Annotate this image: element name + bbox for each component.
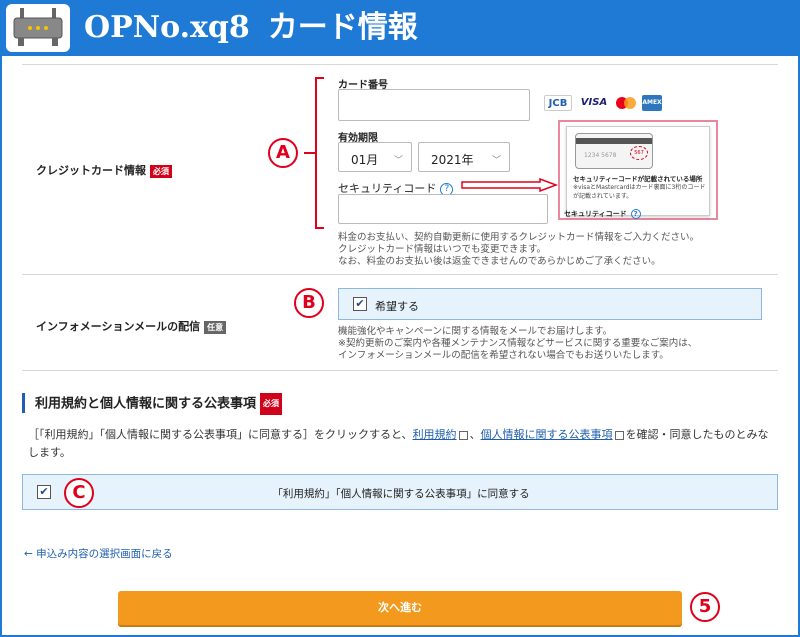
terms-link[interactable]: 利用規約 [413,428,457,441]
expiry-year-select[interactable]: 2021年 ﹀ [418,142,510,172]
annotation-b-text: B [302,292,316,313]
security-code-input[interactable] [338,194,548,224]
divider [22,274,778,275]
info-mail-option-label: 希望する [375,300,419,313]
chevron-down-icon: ﹀ [393,156,403,166]
card-back-illustration: 1234 5678 567 [575,133,653,169]
annotation-arrow [461,178,559,192]
amex-logo: AMEX [642,95,662,111]
info-mail-note-line: 機能強化やキャンペーンに関する情報をメールでお届けします。 [338,326,613,337]
annotation-b: B [294,288,324,318]
tooltip-panel: 1234 5678 567 セキュリティーコードが記載されている場所 ※visa… [566,126,710,216]
info-mail-section-label: インフォメーションメールの配信 任意 [36,318,227,334]
tooltip-card-number: 1234 5678 [584,152,617,159]
terms-section-title: 利用規約と個人情報に関する公表事項 必須 [22,393,283,415]
expiry-month-value: 01月 [351,153,379,167]
info-mail-section-text: インフォメーションメールの配信 [36,320,201,333]
divider [22,370,778,371]
page-title: OPNo.xq8 カード情報 [84,8,418,48]
privacy-link[interactable]: 個人情報に関する公表事項 [481,428,613,441]
info-mail-option[interactable]: ✔ 希望する [338,288,762,320]
app-logo [6,4,70,52]
back-link[interactable]: ← 申込み内容の選択画面に戻る [24,546,173,561]
amex-logo-text: AMEX [642,99,662,106]
tooltip-code-highlight: 567 [630,146,648,160]
credit-card-section-label: クレジットカード情報 必須 [36,162,172,178]
terms-agree-option[interactable]: ✔ 「利用規約」「個人情報に関する公表事項」に同意する [22,474,778,510]
credit-note-line: クレジットカード情報はいつでも変更できます。 [338,244,547,255]
annotation-a-text: A [276,142,290,163]
required-badge: 必須 [260,393,283,415]
credit-card-section-text: クレジットカード情報 [36,164,146,177]
required-badge: 必須 [150,164,172,178]
annotation-5: 5 [690,592,720,622]
jcb-logo-text: JCB [548,98,568,109]
expiry-month-select[interactable]: 01月 ﹀ [338,142,412,172]
info-mail-notes: 機能強化やキャンペーンに関する情報をメールでお届けします。 ※契約更新のご案内や… [338,326,697,362]
external-link-icon [458,430,468,440]
credit-card-notes: 料金のお支払い、契約自動更新に使用するクレジットカード情報をご入力ください。 ク… [338,232,699,268]
annotation-5-text: 5 [698,596,712,617]
terms-separator: 、 [469,428,481,441]
card-number-input[interactable] [338,89,530,121]
annotation-c-text: C [72,482,86,503]
expiry-year-value: 2021年 [431,153,474,167]
page-title-text: カード情報 [267,10,418,45]
magnetic-stripe [576,138,652,144]
next-button[interactable]: 次へ進む [118,591,682,625]
server-icon [13,8,63,46]
chevron-down-icon: ﹀ [491,156,501,166]
info-mail-note-line: ※契約更新のご案内や各種メンテナンス情報などサービスに関する重要なご案内は、 [338,338,698,349]
credit-note-line: なお、料金のお支払い後は返金できませんのであらかじめご了承ください。 [338,256,661,267]
annotation-c: C [64,478,94,508]
info-mail-checkbox[interactable]: ✔ [353,297,367,311]
annotation-a: A [268,138,298,168]
optional-badge: 任意 [204,320,227,334]
mastercard-logo [616,97,636,109]
terms-agree-label: 「利用規約」「個人情報に関する公表事項」に同意する [272,488,530,500]
visa-logo-text: VISA [580,97,608,108]
divider [22,64,778,65]
page-title-code: OPNo.xq8 [84,10,250,45]
tooltip-text: ※visaとMastercardはカード裏面に3桁のコードが記載されています。 [573,184,706,200]
credit-note-line: 料金のお支払い、契約自動更新に使用するクレジットカード情報をご入力ください。 [338,232,700,243]
visa-logo: VISA [576,95,612,111]
app-header: OPNo.xq8 カード情報 [0,0,800,56]
info-mail-note-line: インフォメーションメールの配信を希望されない場合でもお送りいたします。 [338,350,669,361]
tooltip-footer: セキュリティコード? [564,209,641,219]
terms-title-text: 利用規約と個人情報に関する公表事項 [35,396,257,412]
tooltip-footer-text: セキュリティコード [564,210,627,218]
external-link-icon [614,430,624,440]
terms-text-part1: ［「利用規約」「個人情報に関する公表事項」に同意する］をクリックすると、 [28,428,413,441]
annotation-bracket [304,77,324,229]
tooltip-title: セキュリティーコードが記載されている場所 [573,175,703,183]
terms-description: ［「利用規約」「個人情報に関する公表事項」に同意する］をクリックすると、利用規約… [28,426,778,462]
help-icon[interactable]: ? [630,209,641,219]
jcb-logo: JCB [544,95,572,111]
security-code-tooltip: 1234 5678 567 セキュリティーコードが記載されている場所 ※visa… [558,120,718,220]
